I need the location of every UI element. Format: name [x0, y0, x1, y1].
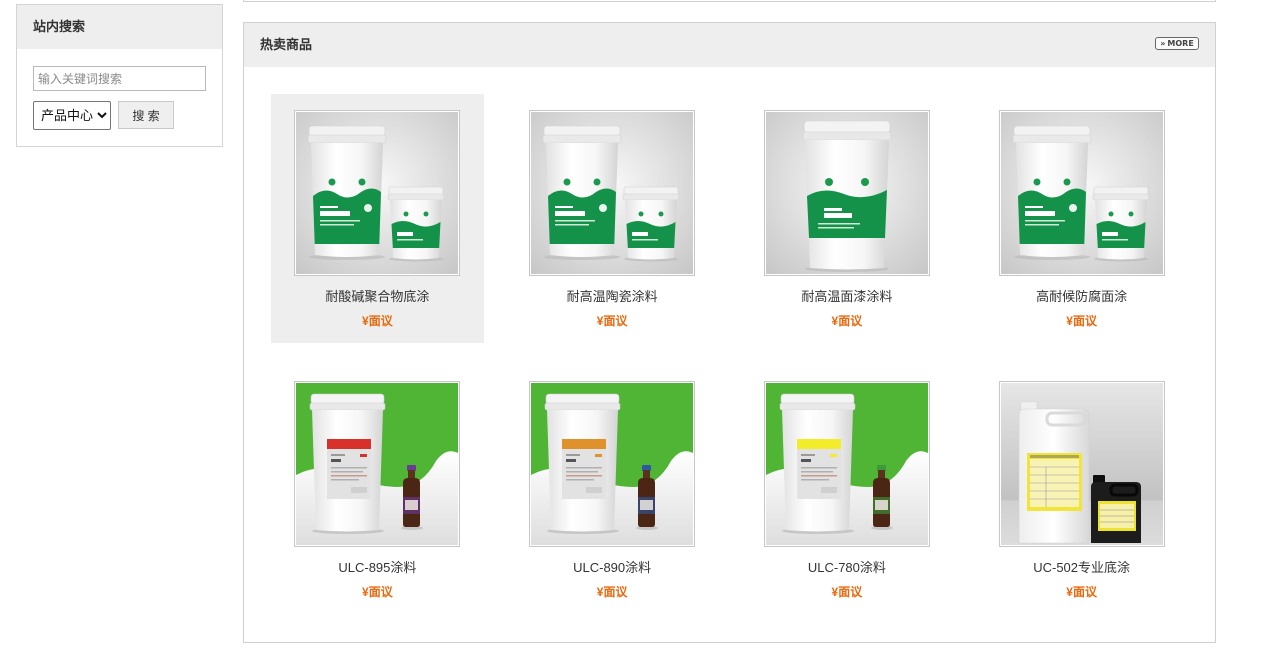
product-image-frame[interactable]: [998, 110, 1165, 276]
product-image-frame[interactable]: [998, 381, 1165, 547]
product-price: ¥面议: [362, 585, 393, 599]
product-price: ¥面议: [1066, 585, 1097, 599]
product-card[interactable]: 耐高温陶瓷涂料 ¥面议: [506, 94, 719, 343]
product-card[interactable]: ULC-780涂料 ¥面议: [740, 365, 953, 614]
product-price: ¥面议: [831, 585, 863, 599]
product-image[interactable]: [1000, 383, 1163, 545]
product-image-frame[interactable]: [763, 381, 930, 547]
more-label: MORE: [1167, 39, 1194, 48]
site-search-title: 站内搜索: [17, 5, 222, 49]
product-image-frame[interactable]: [294, 110, 461, 276]
product-name[interactable]: 耐酸碱聚合物底涂: [271, 288, 484, 306]
keyword-search-input[interactable]: [33, 66, 206, 91]
hot-products-panel: 热卖商品 » MORE 耐酸碱聚合物底涂 ¥面议 耐高温陶瓷涂料 ¥面议 耐高温面…: [243, 22, 1216, 643]
product-card[interactable]: ULC-890涂料 ¥面议: [506, 365, 719, 614]
panel-header: 热卖商品 » MORE: [244, 23, 1215, 67]
product-image[interactable]: [531, 383, 694, 545]
product-price: ¥面议: [596, 585, 628, 599]
product-price: ¥面议: [596, 314, 628, 328]
previous-panel: [243, 0, 1216, 2]
product-card[interactable]: UC-502专业底涂 ¥面议: [975, 365, 1188, 614]
product-card[interactable]: 高耐候防腐面涂 ¥面议: [975, 94, 1188, 343]
product-name[interactable]: 高耐候防腐面涂: [975, 288, 1188, 306]
product-image-frame[interactable]: [529, 110, 696, 276]
product-grid: 耐酸碱聚合物底涂 ¥面议 耐高温陶瓷涂料 ¥面议 耐高温面漆涂料 ¥面议 高耐候…: [260, 94, 1199, 614]
product-name[interactable]: 耐高温面漆涂料: [740, 288, 953, 306]
product-price: ¥面议: [362, 314, 393, 328]
product-name[interactable]: ULC-780涂料: [740, 559, 953, 577]
double-chevron-right-icon: »: [1160, 39, 1166, 48]
product-image-frame[interactable]: [294, 381, 461, 547]
panel-title: 热卖商品: [260, 37, 313, 52]
more-button[interactable]: » MORE: [1155, 37, 1199, 50]
category-select[interactable]: 产品中心: [33, 101, 111, 130]
product-price: ¥面议: [1066, 314, 1097, 328]
product-card[interactable]: ULC-895涂料 ¥面议: [271, 365, 484, 614]
product-card[interactable]: 耐高温面漆涂料 ¥面议: [740, 94, 953, 343]
search-button[interactable]: 搜 索: [118, 101, 174, 129]
product-image[interactable]: [765, 112, 928, 274]
product-name[interactable]: UC-502专业底涂: [975, 559, 1188, 577]
product-image-frame[interactable]: [763, 110, 930, 276]
product-price: ¥面议: [831, 314, 863, 328]
product-image-frame[interactable]: [529, 381, 696, 547]
product-image[interactable]: [1000, 112, 1163, 274]
site-search-panel: 站内搜索 产品中心 搜 索: [16, 4, 223, 147]
product-image[interactable]: [765, 383, 928, 545]
product-image[interactable]: [296, 383, 459, 545]
product-image[interactable]: [296, 112, 459, 274]
product-name[interactable]: ULC-890涂料: [506, 559, 719, 577]
product-image[interactable]: [531, 112, 694, 274]
product-card[interactable]: 耐酸碱聚合物底涂 ¥面议: [270, 94, 484, 343]
product-name[interactable]: 耐高温陶瓷涂料: [506, 288, 719, 306]
product-name[interactable]: ULC-895涂料: [271, 559, 484, 577]
